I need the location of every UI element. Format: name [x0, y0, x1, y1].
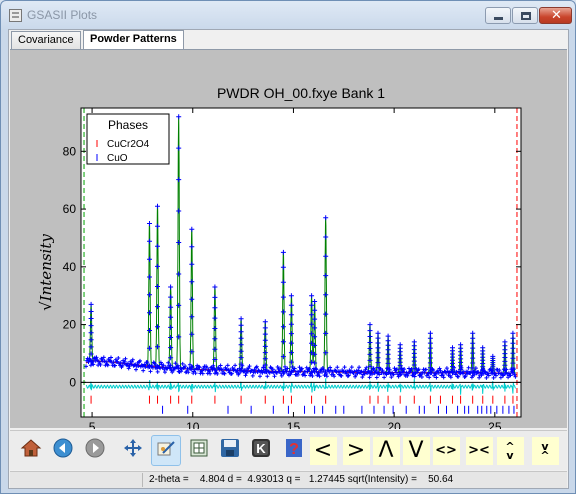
shrink-y-button[interactable]: v ^ [530, 435, 560, 466]
maximize-button[interactable] [512, 7, 538, 24]
client-area: Covariance Powder Patterns PWDR OH_00.fx… [8, 29, 569, 489]
forward-icon [84, 437, 106, 464]
x-tick-label: 25 [488, 420, 502, 429]
tab-powder-patterns[interactable]: Powder Patterns [83, 30, 184, 50]
help-icon: ? [283, 437, 305, 464]
save-icon [219, 437, 241, 464]
y-tick-label: 0 [69, 375, 76, 389]
y-axis-label: √Intensity [37, 234, 55, 311]
legend-entry: CuO [107, 153, 128, 164]
y-tick-label: 60 [63, 202, 77, 216]
expand-x-glyph: <> [432, 436, 460, 465]
app-icon [9, 9, 22, 22]
subplots-button[interactable] [184, 435, 214, 466]
shift-down-glyph: V [402, 436, 430, 465]
observed-peak [312, 299, 318, 375]
expand-y-glyph: ^ v [496, 436, 524, 465]
zoom-icon [155, 437, 177, 464]
home-icon [20, 437, 42, 464]
back-button[interactable] [48, 435, 78, 466]
plot-pane: PWDR OH_00.fxye Bank 1 5 10 15 20 25 0 20 40 60 80… [10, 49, 567, 429]
key-icon: K [250, 437, 272, 464]
window-title: GSASII Plots [27, 8, 98, 22]
tab-covariance[interactable]: Covariance [11, 31, 81, 49]
shift-down-button[interactable]: V [401, 435, 431, 466]
pan-button[interactable] [118, 435, 148, 466]
x-tick-label: 5 [89, 420, 96, 429]
minimize-icon [494, 17, 503, 20]
key-button[interactable]: K [246, 435, 276, 466]
shift-up-button[interactable]: Λ [371, 435, 401, 466]
status-separator [142, 473, 143, 487]
subplots-icon [188, 437, 210, 464]
observed-peak [309, 293, 315, 375]
observed-peak [238, 316, 244, 374]
back-icon [52, 437, 74, 464]
expand-x-button[interactable]: <> [431, 435, 461, 466]
save-button[interactable] [215, 435, 245, 466]
shift-right-button[interactable]: > [341, 435, 371, 466]
cursor-readout: 2-theta = 4.804 d = 4.93013 q = 1.27445 … [149, 474, 454, 485]
pan-icon [122, 437, 144, 464]
home-button[interactable] [16, 435, 46, 466]
y-tick-label: 40 [63, 260, 77, 274]
plot-toolbar: K? < > Λ V <> >< ^ v v ^ [10, 430, 567, 470]
shift-right-glyph: > [342, 436, 370, 465]
svg-text:?: ? [289, 441, 299, 458]
legend-title: Phases [108, 118, 148, 132]
observed-peak [212, 284, 218, 373]
legend-entry: CuCr2O4 [107, 139, 150, 150]
help-button[interactable]: ? [279, 435, 309, 466]
maximize-icon [521, 12, 531, 20]
shift-up-glyph: Λ [372, 436, 400, 465]
observed-peak [88, 301, 94, 364]
x-tick-label: 10 [186, 420, 200, 429]
x-tick-label: 15 [287, 420, 301, 429]
x-tick-label: 20 [387, 420, 401, 429]
shrink-x-glyph: >< [465, 436, 493, 465]
title-bar[interactable]: GSASII Plots ✕ [1, 1, 575, 29]
close-button[interactable]: ✕ [539, 7, 572, 24]
gsas-plots-window: GSASII Plots ✕ Covariance Powder Pattern… [0, 0, 576, 494]
shift-left-button[interactable]: < [308, 435, 338, 466]
observed-peak [168, 284, 174, 371]
y-tick-label: 20 [63, 318, 77, 332]
expand-y-button[interactable]: ^ v [495, 435, 525, 466]
shrink-x-button[interactable]: >< [464, 435, 494, 466]
chart-title: PWDR OH_00.fxye Bank 1 [217, 85, 385, 101]
minimize-button[interactable] [485, 7, 511, 24]
zoom-button[interactable] [151, 435, 181, 466]
y-tick-label: 80 [63, 144, 77, 158]
forward-button[interactable] [80, 435, 110, 466]
observed-peak [288, 293, 294, 375]
shift-left-glyph: < [309, 436, 337, 465]
close-icon: ✕ [551, 8, 562, 23]
svg-text:K: K [256, 441, 266, 456]
powder-pattern-plot[interactable]: PWDR OH_00.fxye Bank 1 5 10 15 20 25 0 20 40 60 80… [10, 50, 567, 429]
shrink-y-glyph: v ^ [531, 436, 559, 465]
status-bar: 2-theta = 4.804 d = 4.93013 q = 1.27445 … [10, 471, 567, 488]
